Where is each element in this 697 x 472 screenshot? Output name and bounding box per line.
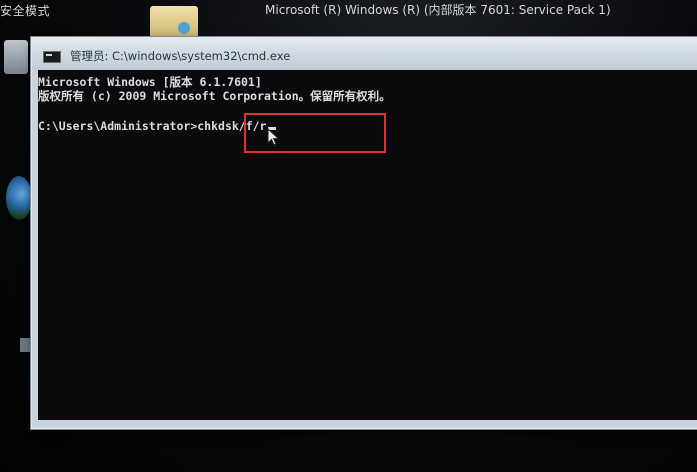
command-highlight-box <box>244 113 386 153</box>
prompt-text: C:\Users\Administrator> <box>38 119 198 133</box>
cmd-window[interactable]: 管理员: C:\windows\system32\cmd.exe Microso… <box>31 37 697 429</box>
command-line[interactable]: C:\Users\Administrator>chkdsk/f/r <box>38 119 276 133</box>
browser-globe-icon[interactable] <box>6 176 32 220</box>
console-app-icon <box>43 51 61 63</box>
version-line: Microsoft Windows [版本 6.1.7601] <box>38 75 262 89</box>
desktop-folder-icon[interactable] <box>150 6 198 40</box>
copyright-line: 版权所有 (c) 2009 Microsoft Corporation。保留所有… <box>38 89 391 103</box>
safe-mode-label: 安全模式 <box>0 4 51 18</box>
desktop-icon[interactable] <box>4 40 28 74</box>
desktop-shortcut-icon[interactable] <box>20 338 30 352</box>
window-title: 管理员: C:\windows\system32\cmd.exe <box>70 49 291 63</box>
windows-build-label: Microsoft (R) Windows (R) (内部版本 7601: Se… <box>265 3 611 17</box>
window-titlebar[interactable]: 管理员: C:\windows\system32\cmd.exe <box>32 38 697 70</box>
folder-badge-icon <box>178 22 190 34</box>
mouse-pointer-icon <box>267 128 280 146</box>
